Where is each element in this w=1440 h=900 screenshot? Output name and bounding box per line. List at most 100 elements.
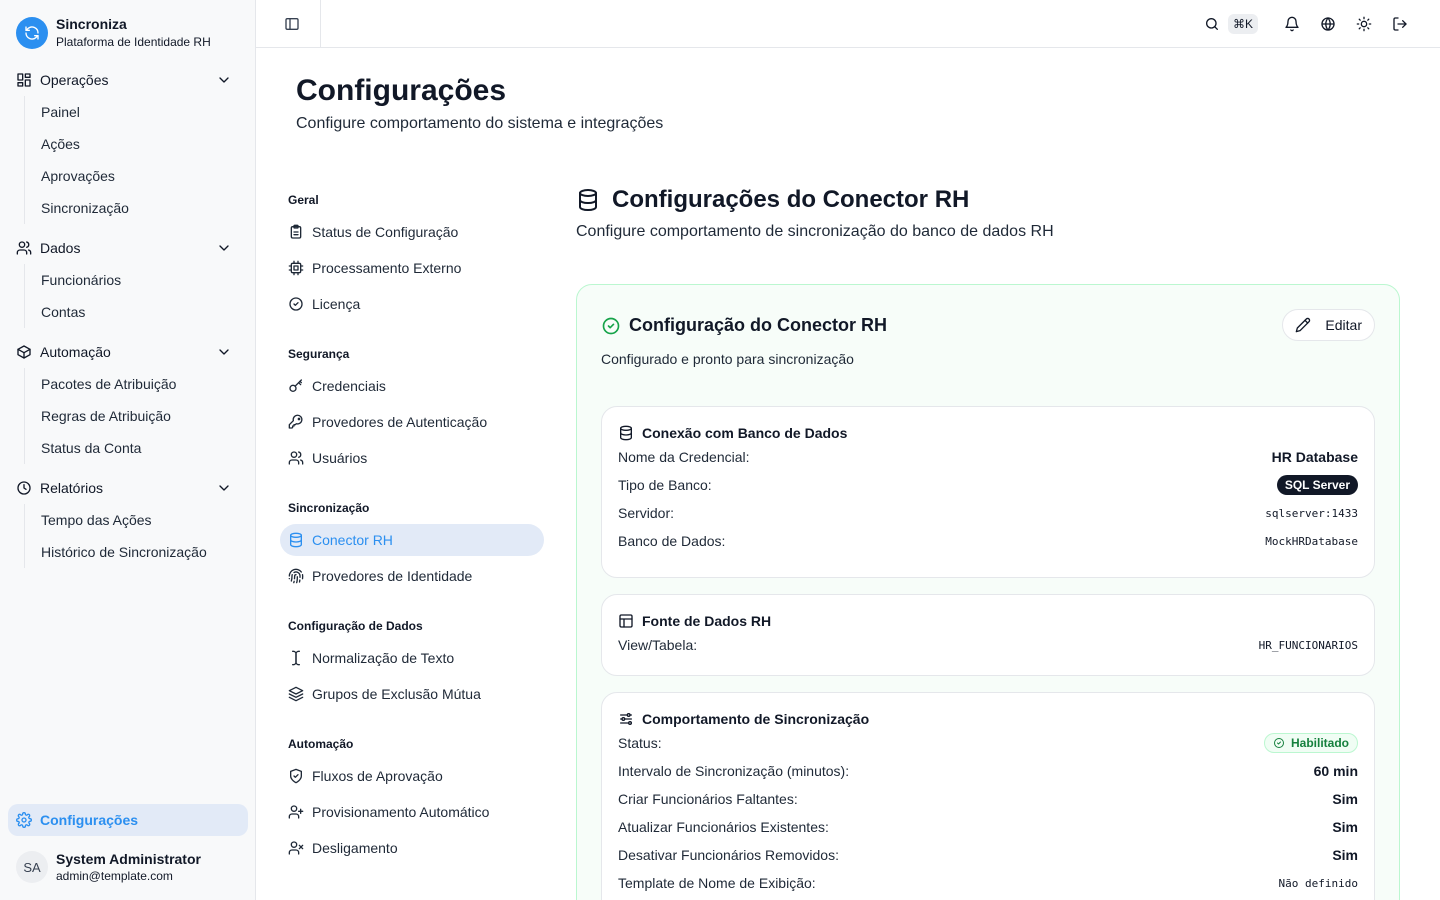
user-menu[interactable]: SA System Administrator admin@template.c… [16, 850, 201, 884]
grid-icon [17, 73, 31, 87]
subnav-item-status-configuracao[interactable]: Status de Configuração [280, 216, 544, 248]
notifications-button[interactable] [1280, 12, 1304, 36]
package-icon [17, 345, 31, 359]
subnav-item-label: Provedores de Autenticação [312, 414, 488, 430]
row-server: Servidor: sqlserver:1433 [618, 499, 1358, 527]
section-title: Fonte de Dados RH [642, 613, 772, 629]
template-value: Não definido [1278, 876, 1358, 890]
subnav-item-licenca[interactable]: Licença [280, 288, 544, 320]
nav-group-dados-toggle[interactable]: Dados [8, 232, 248, 264]
subnav-item-provedores-autenticacao[interactable]: Provedores de Autenticação [280, 406, 544, 438]
section-title: Conexão com Banco de Dados [642, 425, 848, 441]
subnav-item-provedores-identidade[interactable]: Provedores de Identidade [280, 560, 544, 592]
row-label: Status: [618, 735, 662, 751]
search-shortcut: ⌘K [1227, 14, 1258, 34]
search-icon [1205, 18, 1218, 30]
sync-logo-icon [16, 17, 48, 49]
users-icon [16, 241, 32, 255]
brand-subtitle: Plataforma de Identidade RH [56, 35, 211, 49]
sidebar-item-aprovacoes[interactable]: Aprovações [33, 160, 248, 192]
sidebar-item-acoes[interactable]: Ações [33, 128, 248, 160]
subnav-item-credenciais[interactable]: Credenciais [280, 370, 544, 402]
database-icon [290, 532, 302, 548]
row-label: Template de Nome de Exibição: [618, 875, 816, 891]
check-circle-icon [602, 317, 620, 334]
user-x-icon [288, 841, 304, 855]
sidebar-item-regras[interactable]: Regras de Atribuição [33, 400, 248, 432]
subnav-item-desligamento[interactable]: Desligamento [280, 832, 544, 864]
brand[interactable]: Sincroniza Plataforma de Identidade RH [16, 16, 211, 50]
sun-icon [1356, 16, 1372, 32]
sidebar-item-configuracoes[interactable]: Configurações [8, 804, 248, 836]
row-create: Criar Funcionários Faltantes: Sim [618, 785, 1358, 813]
row-database: Banco de Dados: MockHRDatabase [618, 527, 1358, 555]
credential-value: HR Database [1271, 449, 1358, 465]
row-interval: Intervalo de Sincronização (minutos): 60… [618, 757, 1358, 785]
nav-group-automacao-toggle[interactable]: Automação [8, 336, 248, 368]
subnav-item-label: Processamento Externo [312, 260, 462, 276]
status-badge: Habilitado [1263, 733, 1358, 753]
sidebar-item-contas[interactable]: Contas [33, 296, 248, 328]
sidebar-item-pacotes[interactable]: Pacotes de Atribuição [33, 368, 248, 400]
subnav-item-grupos-exclusao[interactable]: Grupos de Exclusão Mútua [280, 678, 544, 710]
nav-group-operacoes: Operações Painel Ações Aprovações Sincro… [8, 64, 248, 224]
subnav-item-conector-rh[interactable]: Conector RH [280, 524, 544, 556]
logout-button[interactable] [1388, 12, 1412, 36]
card-subtitle: Configurado e pronto para sincronização [601, 351, 854, 367]
create-value: Sim [1332, 791, 1358, 807]
sidebar-toggle-button[interactable] [280, 12, 304, 36]
theme-toggle-button[interactable] [1352, 12, 1376, 36]
row-update: Atualizar Funcionários Existentes: Sim [618, 813, 1358, 841]
row-credential: Nome da Credencial: HR Database [618, 443, 1358, 471]
subnav-item-label: Usuários [312, 450, 368, 466]
content-title: Configurações do Conector RH [612, 186, 970, 213]
subnav-item-label: Fluxos de Aprovação [312, 768, 443, 784]
deactivate-value: Sim [1332, 847, 1358, 863]
subnav-item-processamento-externo[interactable]: Processamento Externo [280, 252, 544, 284]
topbar: ⌘K [256, 0, 1440, 48]
server-value: sqlserver:1433 [1265, 506, 1358, 520]
row-label: Atualizar Funcionários Existentes: [618, 819, 829, 835]
hr-data-source-section: Fonte de Dados RH View/Tabela: HR_FUNCIO… [601, 594, 1375, 676]
sidebar-item-funcionarios[interactable]: Funcionários [33, 264, 248, 296]
sidebar-item-sincronizacao[interactable]: Sincronização [33, 192, 248, 224]
subnav-item-label: Status de Configuração [312, 224, 459, 240]
sidebar-item-historico[interactable]: Histórico de Sincronização [33, 536, 248, 568]
subnav-item-fluxos-aprovacao[interactable]: Fluxos de Aprovação [280, 760, 544, 792]
topbar-divider [320, 0, 321, 48]
user-email: admin@template.com [56, 869, 173, 883]
fingerprint-icon [288, 568, 304, 584]
subnav-item-label: Grupos de Exclusão Mútua [312, 686, 481, 702]
logout-icon [1393, 17, 1407, 31]
subnav-item-usuarios[interactable]: Usuários [280, 442, 544, 474]
database-value: MockHRDatabase [1265, 534, 1358, 548]
pencil-icon [1296, 317, 1311, 333]
section-title: Comportamento de Sincronização [642, 711, 870, 727]
nav-group-relatorios-toggle[interactable]: Relatórios [8, 472, 248, 504]
row-db-type: Tipo de Banco: SQL Server [618, 471, 1358, 499]
sync-behavior-section: Comportamento de Sincronização Status: H… [601, 692, 1375, 900]
subnav-item-provisionamento[interactable]: Provisionamento Automático [280, 796, 544, 828]
subnav-item-normalizacao-texto[interactable]: Normalização de Texto [280, 642, 544, 674]
language-button[interactable] [1316, 12, 1340, 36]
row-label: Desativar Funcionários Removidos: [618, 847, 839, 863]
connector-config-card: Configuração do Conector RH Configurado … [576, 284, 1400, 900]
row-label: Intervalo de Sincronização (minutos): [618, 763, 850, 779]
edit-button[interactable]: Editar [1282, 309, 1375, 341]
user-name: System Administrator [56, 851, 201, 867]
globe-icon [1321, 17, 1335, 31]
nav-group-label: Operações [40, 72, 109, 88]
key-icon [289, 379, 302, 392]
card-title: Configuração do Conector RH [629, 315, 888, 335]
chevron-down-icon [219, 485, 229, 491]
search-button[interactable] [1200, 12, 1224, 36]
check-circle-icon [289, 297, 303, 311]
sidebar-item-tempo-acoes[interactable]: Tempo das Ações [33, 504, 248, 536]
sidebar-item-painel[interactable]: Painel [33, 96, 248, 128]
sidebar-item-status-conta[interactable]: Status da Conta [33, 432, 248, 464]
row-template: Template de Nome de Exibição: Não defini… [618, 869, 1358, 897]
update-value: Sim [1332, 819, 1358, 835]
nav-group-operacoes-toggle[interactable]: Operações [8, 64, 248, 96]
row-label: Nome da Credencial: [618, 449, 750, 465]
user-plus-icon [288, 805, 304, 819]
